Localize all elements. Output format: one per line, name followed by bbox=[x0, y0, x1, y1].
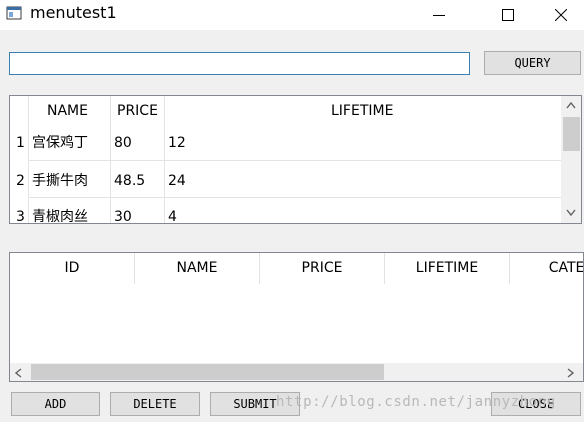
close-window-button[interactable] bbox=[538, 0, 584, 30]
scroll-thumb[interactable] bbox=[563, 117, 580, 151]
minimize-button[interactable] bbox=[416, 0, 462, 30]
app-icon bbox=[6, 6, 22, 20]
column-header-id[interactable]: ID bbox=[10, 253, 135, 284]
column-header-name[interactable]: NAME bbox=[47, 96, 88, 127]
cell-name[interactable]: 青椒肉丝 bbox=[32, 207, 88, 223]
column-header-lifetime[interactable]: LIFETIME bbox=[385, 253, 510, 284]
close-button[interactable]: CLOSE bbox=[491, 392, 581, 416]
cell-lifetime[interactable]: 12 bbox=[168, 133, 186, 153]
column-header-price[interactable]: PRICE bbox=[260, 253, 385, 284]
column-header-category[interactable]: CATEG bbox=[510, 253, 583, 284]
cell-lifetime[interactable]: 4 bbox=[168, 207, 177, 223]
order-table[interactable]: ID NAME PRICE LIFETIME CATEG bbox=[9, 252, 584, 382]
cell-price[interactable]: 30 bbox=[114, 207, 132, 223]
column-header-lifetime[interactable]: LIFETIME bbox=[331, 96, 393, 127]
search-input[interactable] bbox=[9, 52, 470, 75]
title-bar: menutest1 bbox=[0, 0, 584, 30]
scroll-up-icon[interactable] bbox=[566, 102, 576, 109]
vertical-scrollbar[interactable] bbox=[561, 96, 581, 223]
column-header-name[interactable]: NAME bbox=[135, 253, 260, 284]
minimize-icon bbox=[433, 15, 445, 16]
row-number[interactable]: 3 bbox=[16, 207, 25, 223]
row-number[interactable]: 2 bbox=[16, 171, 25, 191]
window-title: menutest1 bbox=[30, 3, 117, 22]
add-button[interactable]: ADD bbox=[11, 392, 100, 416]
scroll-thumb[interactable] bbox=[31, 364, 384, 380]
cell-lifetime[interactable]: 24 bbox=[168, 171, 186, 191]
scroll-right-icon[interactable] bbox=[567, 368, 574, 378]
menu-table[interactable]: NAME PRICE LIFETIME 1 宫保鸡丁 80 12 2 手撕牛肉 … bbox=[9, 95, 582, 224]
horizontal-scrollbar[interactable] bbox=[10, 363, 583, 381]
submit-button[interactable]: SUBMIT bbox=[210, 392, 300, 416]
scroll-down-icon[interactable] bbox=[566, 209, 576, 216]
scroll-left-icon[interactable] bbox=[15, 368, 22, 378]
maximize-button[interactable] bbox=[485, 0, 531, 30]
cell-price[interactable]: 80 bbox=[114, 133, 132, 153]
close-icon bbox=[555, 9, 567, 21]
cell-name[interactable]: 宫保鸡丁 bbox=[32, 133, 88, 153]
row-number[interactable]: 1 bbox=[16, 133, 25, 153]
column-header-price[interactable]: PRICE bbox=[117, 96, 158, 127]
cell-name[interactable]: 手撕牛肉 bbox=[32, 171, 88, 191]
maximize-icon bbox=[502, 9, 514, 21]
delete-button[interactable]: DELETE bbox=[110, 392, 200, 416]
cell-price[interactable]: 48.5 bbox=[114, 171, 145, 191]
query-button[interactable]: QUERY bbox=[484, 51, 581, 75]
